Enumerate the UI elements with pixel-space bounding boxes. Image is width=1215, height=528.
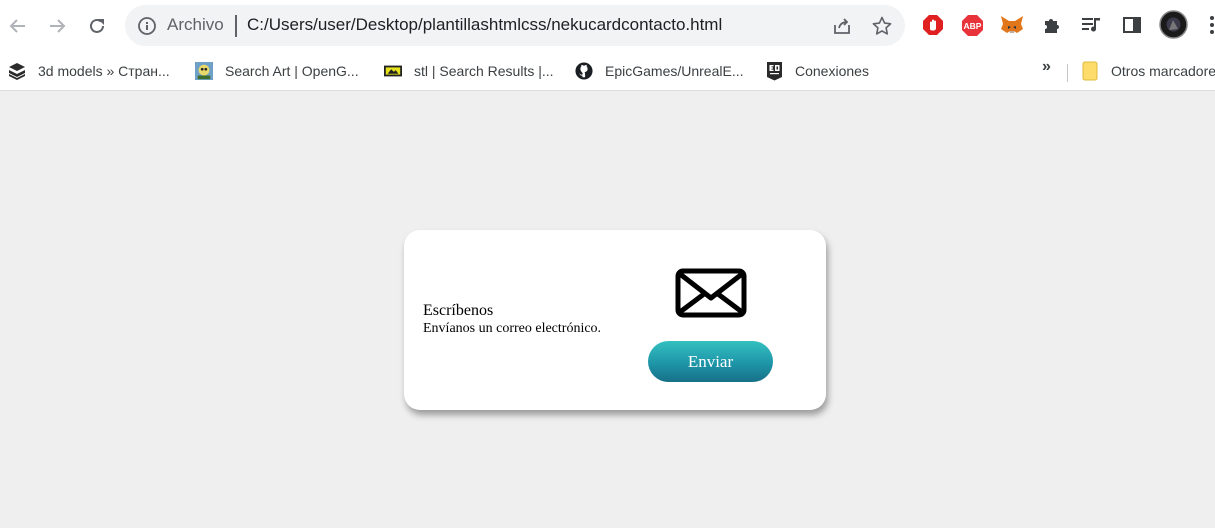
other-bookmarks-label: Otros marcadores xyxy=(1111,63,1215,79)
github-icon xyxy=(575,62,593,80)
folder-icon xyxy=(1081,61,1099,81)
share-icon[interactable] xyxy=(831,15,853,37)
bookmarks-divider xyxy=(1067,64,1068,82)
media-control-icon[interactable] xyxy=(1080,13,1104,37)
bookmark-label: Search Art | OpenG... xyxy=(225,63,359,79)
other-bookmarks-folder[interactable]: Otros marcadores xyxy=(1081,60,1215,82)
cube-stack-icon xyxy=(8,62,26,80)
bookmark-label: 3d models » Стран... xyxy=(38,63,170,79)
extensions-puzzle-icon[interactable] xyxy=(1040,13,1064,37)
profile-avatar[interactable] xyxy=(1159,10,1188,39)
epic-games-icon xyxy=(765,62,783,81)
bookmark-opengameart[interactable]: Search Art | OpenG... xyxy=(195,60,359,82)
abp-icon[interactable]: ABP xyxy=(960,13,984,37)
opengameart-icon xyxy=(195,62,213,80)
browser-toolbar: Archivo C:/Users/user/Desktop/plantillas… xyxy=(0,0,1215,52)
reload-button[interactable] xyxy=(82,11,112,41)
bookmark-stl-search[interactable]: stl | Search Results |... xyxy=(384,60,554,82)
bookmark-label: stl | Search Results |... xyxy=(414,63,554,79)
chip-divider xyxy=(235,15,237,37)
adblock-stop-icon[interactable] xyxy=(921,13,945,37)
card-description: Envíanos un correo electrónico. xyxy=(423,321,602,336)
info-icon[interactable] xyxy=(137,16,157,36)
svg-text:ABP: ABP xyxy=(963,21,981,31)
stl-icon xyxy=(384,62,402,80)
envelope-icon xyxy=(675,268,747,318)
forward-arrow-icon xyxy=(50,19,66,33)
back-arrow-icon xyxy=(9,19,25,33)
bookmark-label: Conexiones xyxy=(795,63,869,79)
bookmark-github-unreal[interactable]: EpicGames/UnrealE... xyxy=(575,60,744,82)
bookmark-star-icon[interactable] xyxy=(871,15,893,37)
url-text[interactable]: C:/Users/user/Desktop/plantillashtmlcss/… xyxy=(247,14,722,36)
back-button[interactable] xyxy=(3,11,33,41)
card-title: Escríbenos xyxy=(423,302,494,319)
contact-card: Escríbenos Envíanos un correo electrónic… xyxy=(404,230,826,410)
metamask-fox-icon[interactable] xyxy=(1000,13,1024,37)
bookmark-label: EpicGames/UnrealE... xyxy=(605,63,744,79)
reload-icon xyxy=(90,18,104,33)
send-button[interactable]: Enviar xyxy=(648,341,773,382)
bookmarks-overflow-button[interactable]: » xyxy=(1042,58,1051,76)
bookmark-3d-models[interactable]: 3d models » Стран... xyxy=(8,60,170,82)
side-panel-icon[interactable] xyxy=(1120,13,1144,37)
bookmarks-bar: 3d models » Стран... Search Art | OpenG.… xyxy=(0,52,1215,91)
forward-button[interactable] xyxy=(42,11,72,41)
bookmark-conexiones[interactable]: Conexiones xyxy=(765,60,869,82)
menu-dots-icon[interactable] xyxy=(1200,13,1215,37)
security-chip[interactable]: Archivo xyxy=(167,14,224,36)
address-bar[interactable]: Archivo C:/Users/user/Desktop/plantillas… xyxy=(125,5,905,46)
